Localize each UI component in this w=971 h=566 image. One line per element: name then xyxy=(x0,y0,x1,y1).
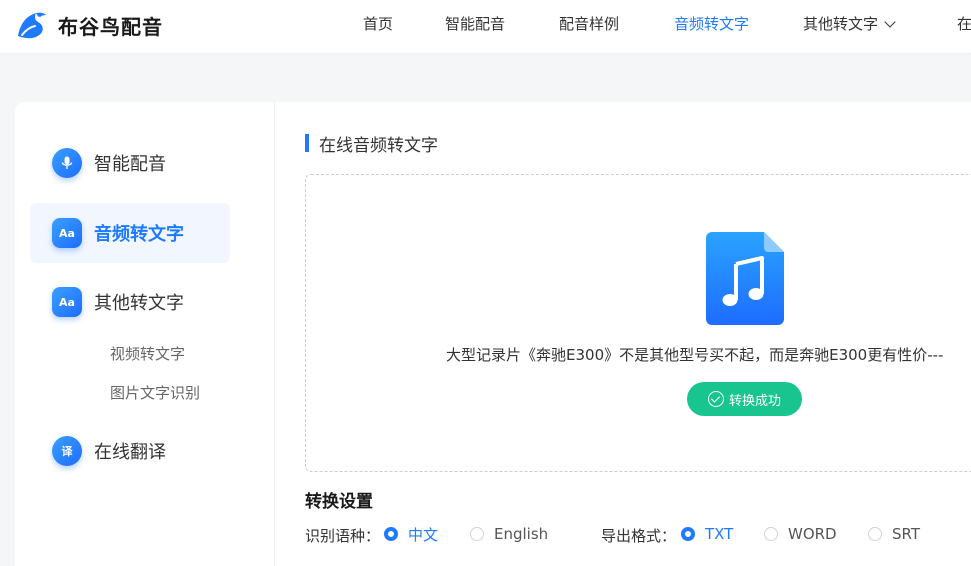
audio-file-icon xyxy=(706,232,784,325)
sidebar-item-label: 音频转文字 xyxy=(94,224,184,245)
settings-title: 转换设置 xyxy=(305,492,373,512)
nav-dubbing-samples[interactable]: 配音样例 xyxy=(559,13,619,35)
radio-label: SRT xyxy=(892,525,921,543)
sidebar-sub-video-to-text[interactable]: 视频转文字 xyxy=(110,343,185,364)
section-title-text: 在线音频转文字 xyxy=(319,135,438,156)
sidebar-item-other-to-text[interactable]: Aa 其他转文字 xyxy=(30,272,230,332)
text-aa-icon: Aa xyxy=(52,287,82,317)
language-option-english[interactable]: English xyxy=(470,525,548,543)
language-option-chinese[interactable]: 中文 xyxy=(384,525,439,544)
main-nav: 首页 智能配音 配音样例 音频转文字 其他转文字 在 xyxy=(0,0,971,53)
file-name: 大型记录片《奔驰E300》不是其他型号买不起，而是奔驰E300更有性价--- xyxy=(446,346,944,364)
upload-dropzone[interactable] xyxy=(305,174,971,472)
check-circle-icon xyxy=(707,391,724,407)
radio-unselected-icon xyxy=(868,527,882,541)
sidebar-sub-image-ocr[interactable]: 图片文字识别 xyxy=(110,382,200,403)
status-label: 转换成功 xyxy=(728,393,781,409)
microphone-icon xyxy=(52,148,82,178)
radio-unselected-icon xyxy=(764,527,778,541)
chevron-down-icon xyxy=(884,16,896,28)
radio-label: TXT xyxy=(705,525,734,543)
radio-selected-icon xyxy=(681,527,695,541)
radio-unselected-icon xyxy=(470,527,484,541)
format-label: 导出格式： xyxy=(601,527,677,545)
radio-label: English xyxy=(494,525,549,543)
text-aa-icon: Aa xyxy=(52,218,82,248)
language-label: 识别语种： xyxy=(305,527,381,545)
format-option-srt[interactable]: SRT xyxy=(868,525,920,543)
nav-more[interactable]: 在 xyxy=(957,13,971,35)
nav-audio-to-text[interactable]: 音频转文字 xyxy=(674,13,749,35)
nav-other-to-text-label: 其他转文字 xyxy=(803,15,879,33)
conversion-success-button[interactable]: 转换成功 xyxy=(687,382,802,416)
nav-home[interactable]: 首页 xyxy=(363,13,393,35)
format-option-txt[interactable]: TXT xyxy=(681,525,733,543)
sidebar-item-audio-to-text[interactable]: Aa 音频转文字 xyxy=(30,203,230,263)
sidebar-item-label: 智能配音 xyxy=(94,154,166,175)
sidebar-item-online-translate[interactable]: 译 在线翻译 xyxy=(30,421,230,481)
radio-label: WORD xyxy=(788,525,837,543)
radio-label: 中文 xyxy=(408,525,439,544)
title-accent-bar xyxy=(305,134,309,152)
nav-smart-dubbing[interactable]: 智能配音 xyxy=(445,13,505,35)
sidebar-item-label: 其他转文字 xyxy=(94,293,184,314)
section-title: 在线音频转文字 xyxy=(305,133,438,156)
sidebar-item-smart-dubbing[interactable]: 智能配音 xyxy=(30,133,230,193)
format-option-word[interactable]: WORD xyxy=(764,525,837,543)
top-header: 布谷鸟配音 首页 智能配音 配音样例 音频转文字 其他转文字 在 xyxy=(0,0,971,53)
translate-icon: 译 xyxy=(52,436,82,466)
nav-other-to-text[interactable]: 其他转文字 xyxy=(803,13,896,35)
sidebar-item-label: 在线翻译 xyxy=(94,442,166,463)
radio-selected-icon xyxy=(384,527,398,541)
